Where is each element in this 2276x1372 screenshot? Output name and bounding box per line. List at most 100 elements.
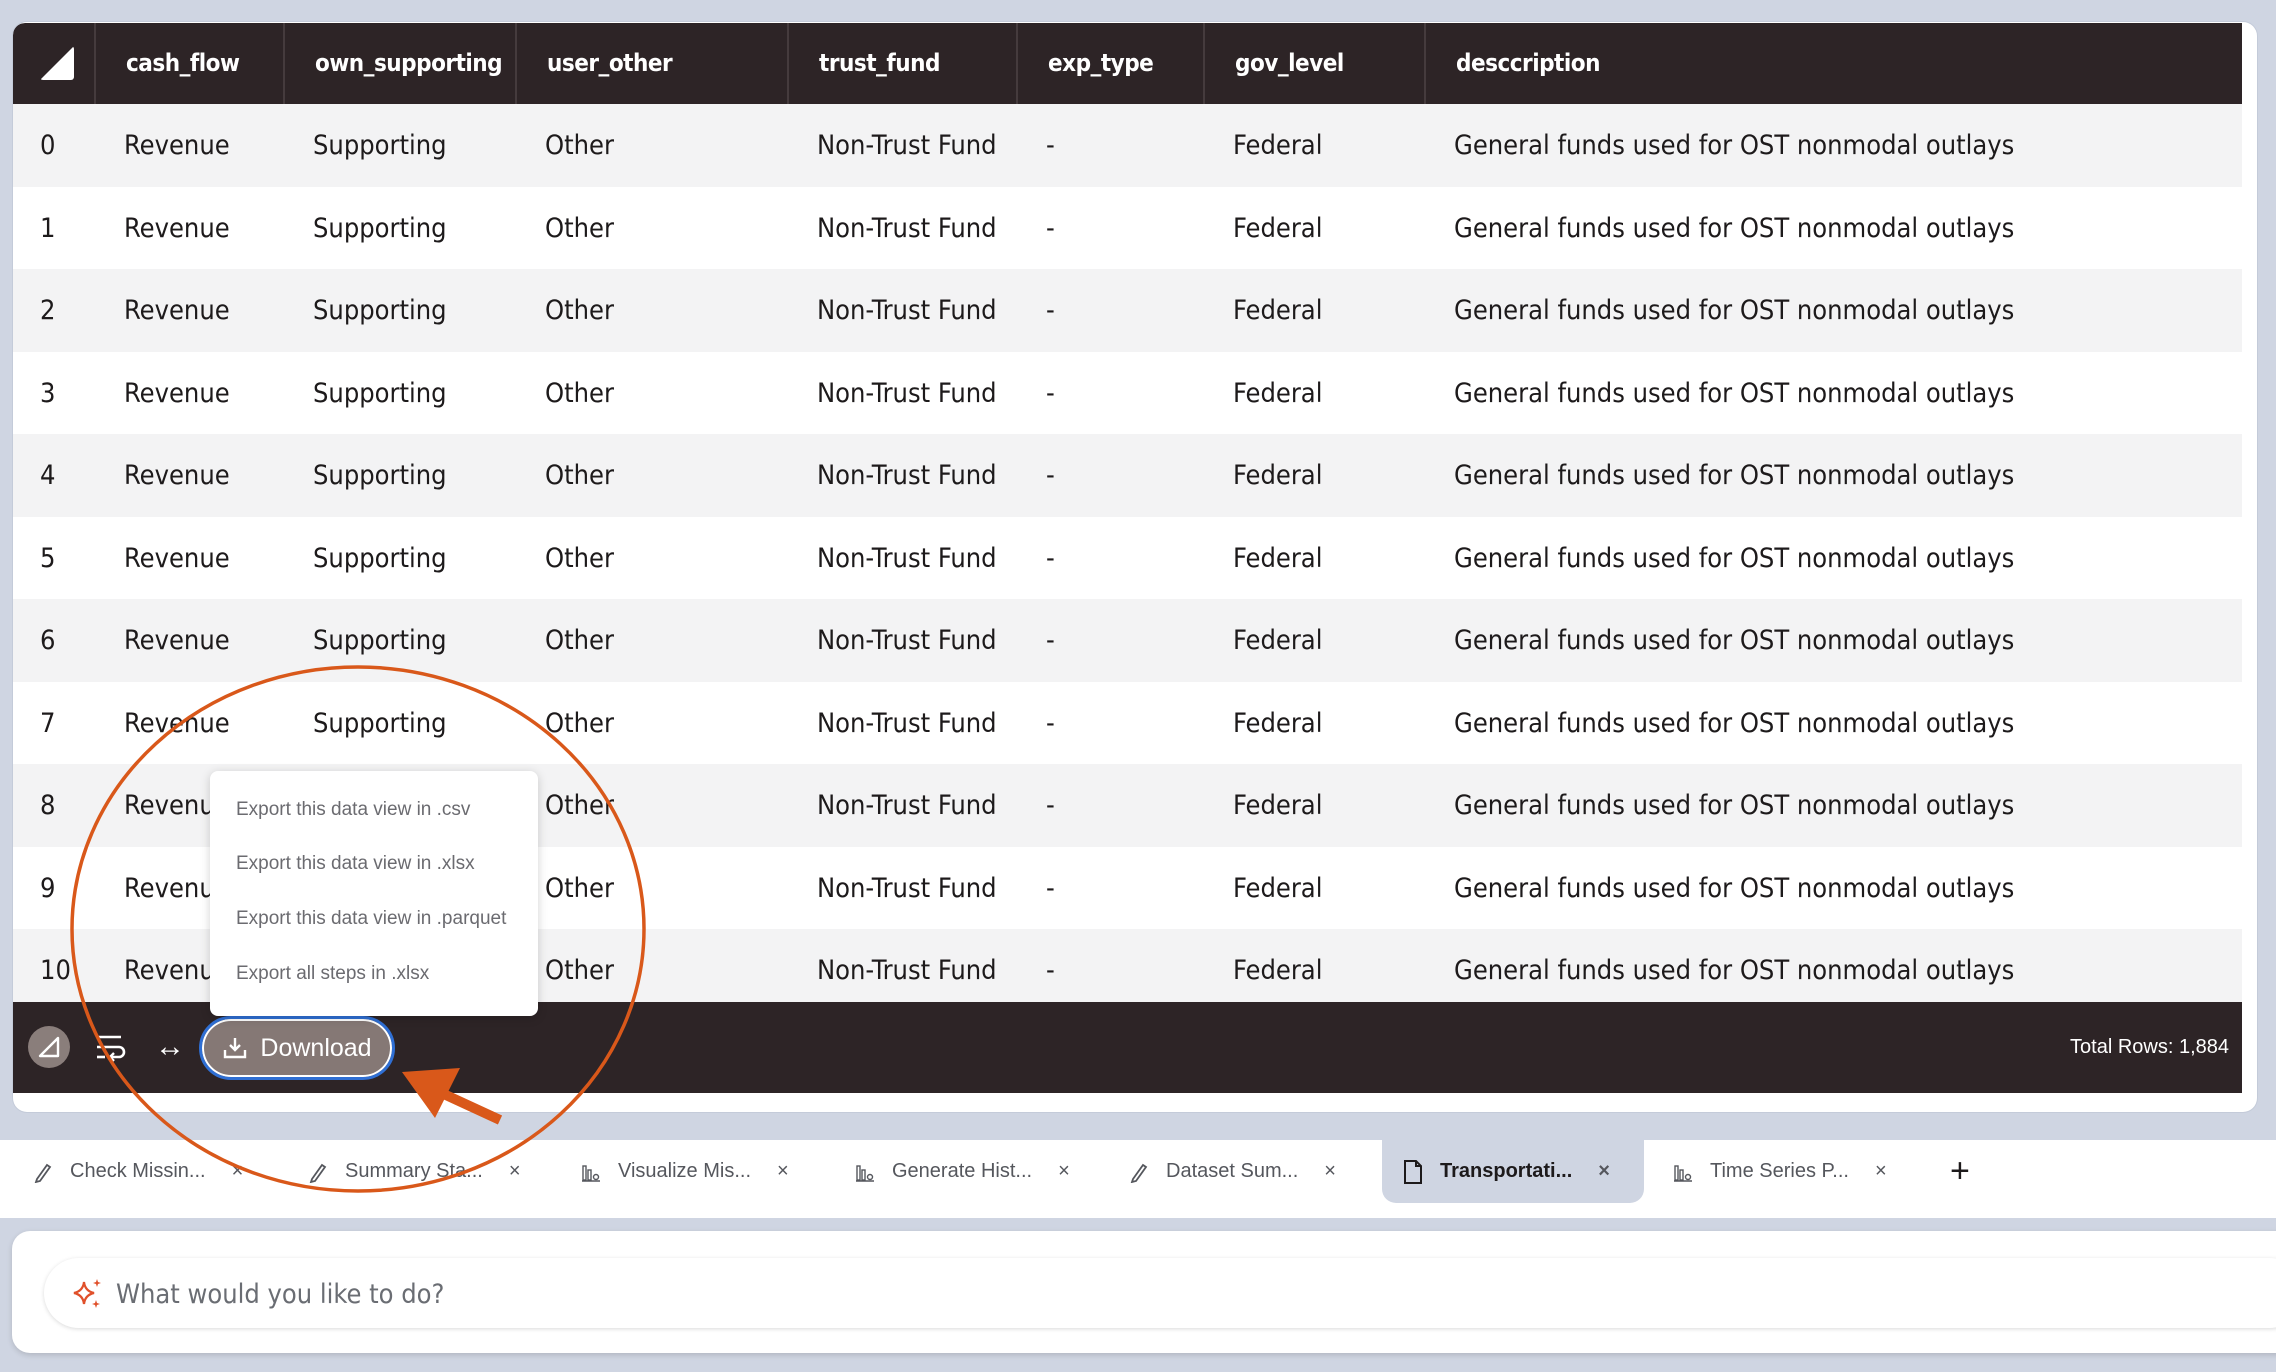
column-header-gov-level[interactable]: gov_level xyxy=(1203,23,1424,104)
download-button[interactable]: Download xyxy=(199,1016,395,1080)
prompt-input[interactable] xyxy=(114,1258,2018,1330)
cell-own-supporting[interactable]: Supporting xyxy=(313,434,447,517)
cell-exp-type[interactable]: - xyxy=(1046,929,1055,1012)
cell-description[interactable]: General funds used for OST nonmodal outl… xyxy=(1454,269,2014,352)
cell-own-supporting[interactable]: Supporting xyxy=(313,104,447,187)
cell-gov-level[interactable]: Federal xyxy=(1233,682,1322,765)
cell-description[interactable]: General funds used for OST nonmodal outl… xyxy=(1454,434,2014,517)
cell-trust-fund[interactable]: Non-Trust Fund xyxy=(817,847,997,930)
cell-exp-type[interactable]: - xyxy=(1046,269,1055,352)
cell-user-other[interactable]: Other xyxy=(545,187,614,270)
tab-transportati[interactable]: Transportati... × xyxy=(1382,1140,1644,1203)
cell-gov-level[interactable]: Federal xyxy=(1233,764,1322,847)
cell-user-other[interactable]: Other xyxy=(545,352,614,435)
cell-gov-level[interactable]: Federal xyxy=(1233,434,1322,517)
table-row[interactable]: 7 Revenue Supporting Other Non-Trust Fund - Fe… xyxy=(13,681,2242,765)
cell-description[interactable]: General funds used for OST nonmodal outl… xyxy=(1454,764,2014,847)
export-csv-option[interactable]: Export this data view in .csv xyxy=(236,790,470,830)
cell-gov-level[interactable]: Federal xyxy=(1233,352,1322,435)
cell-trust-fund[interactable]: Non-Trust Fund xyxy=(817,929,997,1012)
close-tab-icon[interactable]: × xyxy=(1598,1160,1610,1183)
wrap-text-button[interactable] xyxy=(93,1029,127,1065)
cell-gov-level[interactable]: Federal xyxy=(1233,104,1322,187)
cell-own-supporting[interactable]: Supporting xyxy=(313,599,447,682)
cell-trust-fund[interactable]: Non-Trust Fund xyxy=(817,599,997,682)
cell-cash-flow[interactable]: Revenue xyxy=(124,352,230,435)
cell-description[interactable]: General funds used for OST nonmodal outl… xyxy=(1454,352,2014,435)
close-tab-icon[interactable]: × xyxy=(1875,1160,1887,1183)
cell-user-other[interactable]: Other xyxy=(545,269,614,352)
export-all-steps-option[interactable]: Export all steps in .xlsx xyxy=(236,954,429,994)
table-row[interactable]: 0 Revenue Supporting Other Non-Trust Fund - Fe… xyxy=(13,104,2242,187)
cell-gov-level[interactable]: Federal xyxy=(1233,599,1322,682)
column-header-trust-fund[interactable]: trust_fund xyxy=(787,23,1016,104)
cell-user-other[interactable]: Other xyxy=(545,517,614,600)
cell-trust-fund[interactable]: Non-Trust Fund xyxy=(817,764,997,847)
cell-own-supporting[interactable]: Supporting xyxy=(313,352,447,435)
cell-own-supporting[interactable]: Supporting xyxy=(313,269,447,352)
table-row[interactable]: 3 Revenue Supporting Other Non-Trust Fund - Fe… xyxy=(13,351,2242,435)
cell-exp-type[interactable]: - xyxy=(1046,434,1055,517)
close-tab-icon[interactable]: × xyxy=(1058,1160,1070,1183)
cell-user-other[interactable]: Other xyxy=(545,599,614,682)
tab-check-missin[interactable]: Check Missin... × xyxy=(30,1140,243,1203)
cell-description[interactable]: General funds used for OST nonmodal outl… xyxy=(1454,517,2014,600)
export-xlsx-option[interactable]: Export this data view in .xlsx xyxy=(236,844,475,884)
cell-trust-fund[interactable]: Non-Trust Fund xyxy=(817,517,997,600)
cell-user-other[interactable]: Other xyxy=(545,104,614,187)
close-tab-icon[interactable]: × xyxy=(232,1160,244,1183)
cell-cash-flow[interactable]: Revenue xyxy=(124,599,230,682)
cell-cash-flow[interactable]: Revenue xyxy=(124,682,230,765)
expand-columns-button[interactable]: ↔ xyxy=(145,1028,195,1066)
cell-description[interactable]: General funds used for OST nonmodal outl… xyxy=(1454,187,2014,270)
cell-description[interactable]: General funds used for OST nonmodal outl… xyxy=(1454,599,2014,682)
cell-trust-fund[interactable]: Non-Trust Fund xyxy=(817,434,997,517)
column-header-exp-type[interactable]: exp_type xyxy=(1016,23,1203,104)
cell-trust-fund[interactable]: Non-Trust Fund xyxy=(817,269,997,352)
cell-gov-level[interactable]: Federal xyxy=(1233,269,1322,352)
close-tab-icon[interactable]: × xyxy=(1324,1160,1336,1183)
cell-trust-fund[interactable]: Non-Trust Fund xyxy=(817,104,997,187)
tab-dataset-sum[interactable]: Dataset Sum... × xyxy=(1126,1140,1336,1203)
table-row[interactable]: 2 Revenue Supporting Other Non-Trust Fund - Fe… xyxy=(13,269,2242,352)
select-all-corner[interactable] xyxy=(13,23,94,104)
cell-exp-type[interactable]: - xyxy=(1046,187,1055,270)
tab-time-series-p[interactable]: Time Series P... × xyxy=(1670,1140,1887,1203)
column-header-cash-flow[interactable]: cash_flow xyxy=(94,23,283,104)
cell-trust-fund[interactable]: Non-Trust Fund xyxy=(817,352,997,435)
cell-user-other[interactable]: Other xyxy=(545,434,614,517)
cell-gov-level[interactable]: Federal xyxy=(1233,847,1322,930)
cell-user-other[interactable]: Other xyxy=(545,682,614,765)
cell-exp-type[interactable]: - xyxy=(1046,847,1055,930)
cell-cash-flow[interactable]: Revenue xyxy=(124,187,230,270)
cell-user-other[interactable]: Other xyxy=(545,764,614,847)
cell-description[interactable]: General funds used for OST nonmodal outl… xyxy=(1454,682,2014,765)
cell-exp-type[interactable]: - xyxy=(1046,352,1055,435)
cell-description[interactable]: General funds used for OST nonmodal outl… xyxy=(1454,929,2014,1012)
table-row[interactable]: 5 Revenue Supporting Other Non-Trust Fund - Fe… xyxy=(13,516,2242,600)
cell-own-supporting[interactable]: Supporting xyxy=(313,682,447,765)
column-header-description[interactable]: desccription xyxy=(1424,23,2242,104)
column-header-user-other[interactable]: user_other xyxy=(515,23,787,104)
tab-visualize-mis[interactable]: Visualize Mis... × xyxy=(578,1140,789,1203)
cell-cash-flow[interactable]: Revenue xyxy=(124,434,230,517)
add-tab-button[interactable]: + xyxy=(1950,1152,1970,1191)
cell-user-other[interactable]: Other xyxy=(545,847,614,930)
cell-gov-level[interactable]: Federal xyxy=(1233,517,1322,600)
cell-exp-type[interactable]: - xyxy=(1046,104,1055,187)
reset-view-button[interactable] xyxy=(28,1026,70,1068)
cell-description[interactable]: General funds used for OST nonmodal outl… xyxy=(1454,104,2014,187)
cell-own-supporting[interactable]: Supporting xyxy=(313,517,447,600)
column-header-own-supporting[interactable]: own_supporting xyxy=(283,23,515,104)
cell-exp-type[interactable]: - xyxy=(1046,599,1055,682)
cell-description[interactable]: General funds used for OST nonmodal outl… xyxy=(1454,847,2014,930)
cell-own-supporting[interactable]: Supporting xyxy=(313,187,447,270)
tab-summary-sta[interactable]: Summary Sta... × xyxy=(305,1140,521,1203)
table-row[interactable]: 6 Revenue Supporting Other Non-Trust Fund - Fe… xyxy=(13,599,2242,682)
cell-exp-type[interactable]: - xyxy=(1046,764,1055,847)
tab-generate-hist[interactable]: Generate Hist... × xyxy=(852,1140,1070,1203)
cell-user-other[interactable]: Other xyxy=(545,929,614,1012)
table-row[interactable]: 1 Revenue Supporting Other Non-Trust Fund - Fe… xyxy=(13,186,2242,270)
cell-exp-type[interactable]: - xyxy=(1046,517,1055,600)
close-tab-icon[interactable]: × xyxy=(509,1160,521,1183)
